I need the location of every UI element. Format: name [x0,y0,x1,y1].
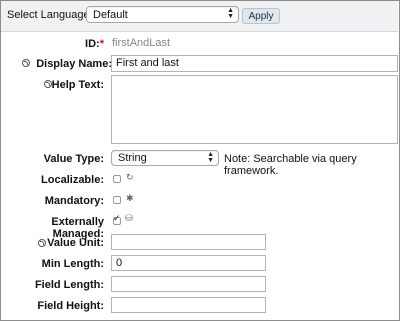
external-system-icon: ⛁ [125,213,133,223]
field-height-input[interactable] [111,297,266,313]
field-height-label: Field Height: [37,300,104,312]
mandatory-checkbox[interactable] [113,196,121,204]
asterisk-icon: ✱ [126,193,134,203]
select-arrows-icon: ▲ ▼ [227,7,234,20]
field-length-input[interactable] [111,276,266,292]
id-value: firstAndLast [112,36,262,52]
id-label: ID:* [85,38,104,50]
help-icon[interactable] [38,239,46,247]
display-name-label: Display Name: [36,58,112,70]
select-arrows-icon: ▲ ▼ [207,151,214,164]
refresh-icon: ↻ [126,172,134,182]
display-name-input[interactable]: First and last [111,55,398,72]
value-unit-input[interactable] [111,234,266,250]
mandatory-label: Mandatory: [44,195,104,207]
value-unit-label: Value Unit: [47,237,104,249]
min-length-label: Min Length: [41,258,104,270]
language-select[interactable]: Default ▲ ▼ [86,6,239,23]
externally-managed-checkbox[interactable] [113,213,121,225]
min-length-input[interactable]: 0 [111,255,266,271]
id-label-text: ID: [85,38,100,50]
value-type-note: Note: Searchable via query framework. [224,153,357,177]
select-language-label: Select Language: [7,9,93,21]
help-text-label: Help Text: [51,79,104,91]
localizable-checkbox[interactable] [113,175,121,183]
help-icon[interactable] [22,59,30,67]
required-marker: * [99,38,104,50]
language-select-value: Default [93,9,128,21]
help-text-area[interactable] [111,75,398,144]
value-type-select-value: String [118,152,147,164]
field-length-label: Field Length: [34,279,104,291]
localizable-label: Localizable: [41,174,104,186]
value-type-select[interactable]: String ▲ ▼ [111,150,219,166]
apply-button[interactable]: Apply [242,8,280,24]
value-type-label: Value Type: [43,153,104,165]
